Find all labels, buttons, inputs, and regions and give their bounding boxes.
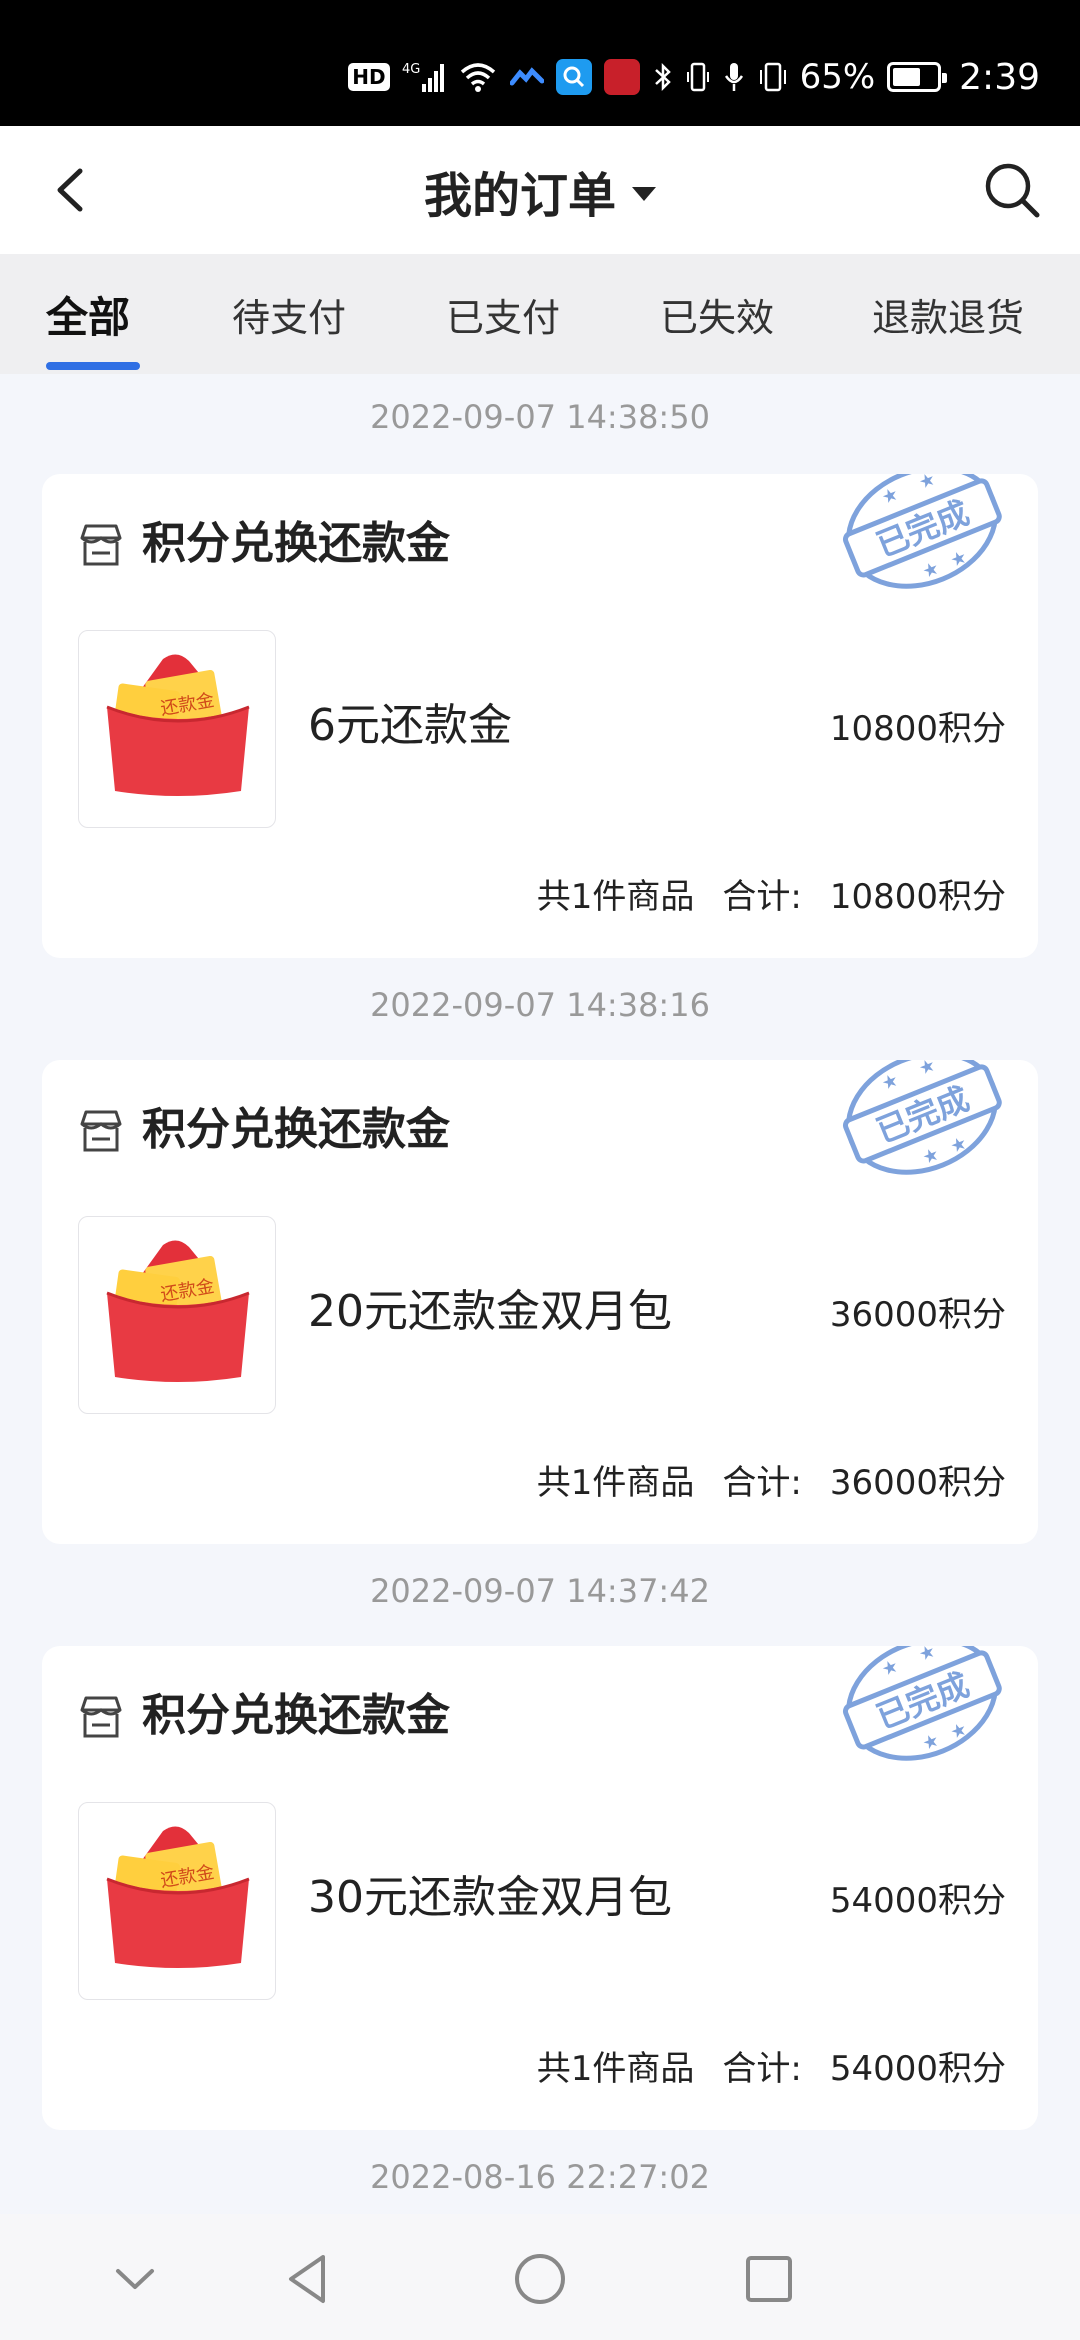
system-recents-button[interactable] <box>734 2244 804 2314</box>
wifi-icon <box>458 60 498 94</box>
header: 我的订单 <box>0 126 1080 254</box>
total-value: 10800积分 <box>829 877 1006 917</box>
system-nav-bar <box>0 2214 1080 2340</box>
home-circle-icon <box>515 2254 565 2304</box>
order-datetime: 2022-08-16 22:27:02 <box>370 2158 710 2196</box>
vibrate-icon <box>686 60 710 94</box>
item-count: 共1件商品 <box>536 2049 695 2089</box>
store-name: 积分兑换还款金 <box>142 1104 450 1155</box>
completed-stamp: 已完成 ★ ★ ★ ★ <box>842 1646 1002 1761</box>
order-summary: 共1件商品 合计: 36000积分 <box>537 1458 1006 1508</box>
vibrate-frame-icon <box>758 60 788 94</box>
product-thumbnail[interactable]: 还款金 <box>78 1216 276 1414</box>
tab-pending-payment[interactable]: 待支付 <box>232 254 346 374</box>
hide-nav-button[interactable] <box>100 2244 170 2314</box>
signal-icon: 4G <box>402 60 446 94</box>
svg-text:★: ★ <box>879 1655 902 1681</box>
product-thumbnail[interactable]: 还款金 <box>78 1802 276 2000</box>
svg-text:★: ★ <box>916 1060 939 1080</box>
status-icons: HD 4G 65% 2:39 <box>348 52 1040 102</box>
order-summary: 共1件商品 合计: 10800积分 <box>537 872 1006 922</box>
order-card[interactable]: 积分兑换还款金 已完成 ★ ★ ★ ★ 还款金 6元还款金 10800积分 共1… <box>42 474 1038 958</box>
item-price: 54000积分 <box>829 1881 1006 1921</box>
caret-down-icon <box>632 187 656 201</box>
item-name: 20元还款金双月包 <box>308 1286 672 1337</box>
store-icon <box>80 524 122 566</box>
product-thumbnail[interactable]: 还款金 <box>78 630 276 828</box>
app-notification-icon <box>509 65 544 89</box>
order-tabs: 全部 待支付 已支付 已失效 退款退货 <box>0 254 1080 374</box>
page-title: 我的订单 <box>423 168 616 224</box>
item-price: 10800积分 <box>829 709 1006 749</box>
red-envelope-icon: 还款金 <box>106 1826 250 1968</box>
item-count: 共1件商品 <box>536 877 695 917</box>
battery-percent: 65% <box>799 57 876 97</box>
order-total: 合计: 54000积分 <box>722 2044 1006 2094</box>
total-label: 合计: <box>722 877 802 917</box>
total-label: 合计: <box>722 2049 802 2089</box>
search-icon <box>985 163 1040 218</box>
store-icon <box>80 1696 122 1738</box>
order-summary: 共1件商品 合计: 54000积分 <box>537 2044 1006 2094</box>
tab-all[interactable]: 全部 <box>46 254 130 374</box>
item-name: 6元还款金 <box>308 700 512 751</box>
recents-square-icon <box>746 2256 792 2302</box>
microphone-icon <box>722 60 746 94</box>
svg-text:★: ★ <box>879 483 902 509</box>
tab-refund-return[interactable]: 退款退货 <box>872 254 1024 374</box>
order-card[interactable]: 积分兑换还款金 已完成 ★ ★ ★ ★ 还款金 20元还款金双月包 36000积… <box>42 1060 1038 1544</box>
item-count: 共1件商品 <box>536 1463 695 1503</box>
active-tab-indicator <box>46 362 140 370</box>
completed-stamp: 已完成 ★ ★ ★ ★ <box>842 1060 1002 1175</box>
total-label: 合计: <box>722 1463 802 1503</box>
store-icon <box>80 1110 122 1152</box>
store-name: 积分兑换还款金 <box>142 518 450 569</box>
back-triangle-icon <box>289 2255 325 2303</box>
order-datetime: 2022-09-07 14:38:50 <box>370 398 710 436</box>
completed-stamp: 已完成 ★ ★ ★ ★ <box>842 474 1002 589</box>
item-name: 30元还款金双月包 <box>308 1872 672 1923</box>
network-type-label: 4G <box>402 62 420 77</box>
battery-icon <box>887 62 948 92</box>
total-value: 54000积分 <box>829 2049 1006 2089</box>
status-bar: HD 4G 65% 2:39 <box>0 0 1080 126</box>
clock: 2:39 <box>959 56 1040 98</box>
search-app-icon <box>555 59 592 95</box>
battery-level <box>893 68 921 86</box>
item-price: 36000积分 <box>829 1295 1006 1335</box>
order-total: 合计: 10800积分 <box>722 872 1006 922</box>
total-value: 36000积分 <box>829 1463 1006 1503</box>
svg-text:★: ★ <box>916 1646 939 1666</box>
order-total: 合计: 36000积分 <box>722 1458 1006 1508</box>
search-button[interactable] <box>980 158 1044 222</box>
svg-text:★: ★ <box>879 1069 902 1095</box>
bluetooth-icon <box>652 60 674 94</box>
title-dropdown[interactable]: 我的订单 <box>0 156 1080 226</box>
svg-text:★: ★ <box>916 474 939 494</box>
red-envelope-icon: 还款金 <box>106 1240 250 1382</box>
system-home-button[interactable] <box>505 2244 575 2314</box>
news-app-icon <box>603 59 640 95</box>
chevron-down-icon <box>116 2269 154 2289</box>
tab-expired[interactable]: 已失效 <box>660 254 774 374</box>
system-back-button[interactable] <box>274 2244 344 2314</box>
order-datetime: 2022-09-07 14:37:42 <box>370 1572 710 1610</box>
hd-icon: HD <box>348 63 390 91</box>
order-card[interactable]: 积分兑换还款金 已完成 ★ ★ ★ ★ 还款金 30元还款金双月包 54000积… <box>42 1646 1038 2130</box>
tab-paid[interactable]: 已支付 <box>446 254 560 374</box>
order-datetime: 2022-09-07 14:38:16 <box>370 986 710 1024</box>
store-name: 积分兑换还款金 <box>142 1690 450 1741</box>
red-envelope-icon: 还款金 <box>106 654 250 796</box>
